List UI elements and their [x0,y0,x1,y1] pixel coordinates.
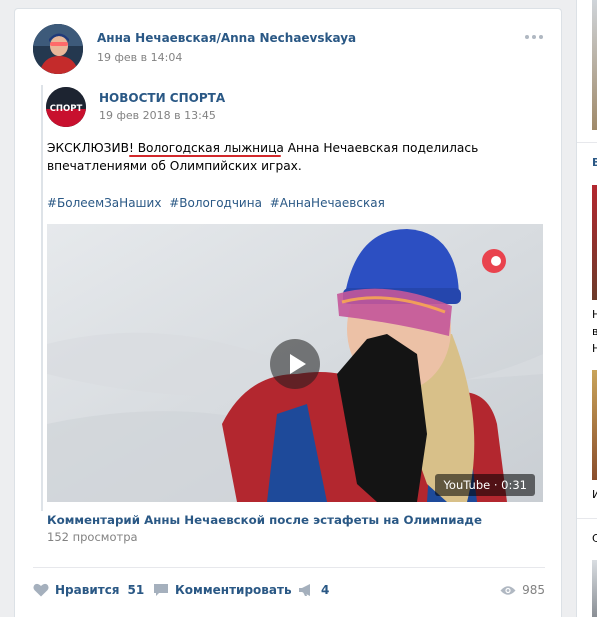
eye-icon [500,585,516,595]
sidebar-thumbnail[interactable] [592,185,597,300]
source-name-link[interactable]: НОВОСТИ СПОРТА [99,91,225,105]
megaphone-icon [299,584,310,596]
author-avatar[interactable] [33,24,83,74]
right-sidebar: В Н в Н И С [576,0,597,617]
sidebar-divider [577,518,597,519]
hashtags: #БолеемЗаНаших #Вологодчина #АннаНечаевс… [47,196,389,210]
post-date[interactable]: 19 фев в 14:04 [97,51,182,64]
source-avatar[interactable]: СПОРТ [46,87,86,127]
sidebar-thumbnail[interactable] [592,0,597,130]
like-count: 51 [127,583,145,597]
post-card: Анна Нечаевская/Anna Nechaevskaya 19 фев… [14,8,562,617]
highlight-underline [129,155,281,157]
sidebar-divider [577,142,597,143]
comment-label: Комментировать [175,583,292,597]
like-button[interactable]: Нравится 51 [33,583,144,597]
play-icon[interactable] [270,339,320,389]
sidebar-thumbnail[interactable] [592,370,597,480]
comment-icon [154,584,168,596]
source-logo: СПОРТ [46,87,86,127]
video-title-link[interactable]: Комментарий Анны Нечаевской после эстафе… [47,513,482,527]
more-icon[interactable] [525,35,543,39]
sidebar-thumbnail[interactable] [592,560,597,617]
author-photo [33,24,83,74]
hashtag-link[interactable]: #БолеемЗаНаших [47,196,161,210]
sidebar-item-label[interactable]: в [592,325,597,338]
views-count: 985 [522,583,545,597]
sidebar-item-label[interactable]: И [592,488,597,501]
actions-divider [33,567,545,568]
sidebar-item-label[interactable]: Н [592,342,597,355]
source-logo-text: СПОРТ [50,104,83,114]
comment-button[interactable]: Комментировать [153,583,292,597]
source-date[interactable]: 19 фев 2018 в 13:45 [99,109,216,122]
video-player[interactable]: YouTube · 0:31 [47,224,543,502]
like-label: Нравится [55,583,120,597]
share-count: 4 [321,583,330,597]
sidebar-item-label[interactable]: Н [592,308,597,321]
post-actions: Нравится 51 Комментировать 4 985 [33,583,545,603]
youtube-badge: YouTube · 0:31 [435,474,535,496]
heart-icon [33,583,49,597]
video-views: 152 просмотра [47,530,138,544]
sidebar-item-label[interactable]: С [592,532,597,545]
hashtag-link[interactable]: #Вологодчина [169,196,262,210]
views-counter: 985 [500,583,545,597]
share-button[interactable]: 4 [298,583,329,597]
repost-line [41,85,43,511]
sidebar-item-label[interactable]: В [592,156,597,169]
author-name-link[interactable]: Анна Нечаевская/Anna Nechaevskaya [97,31,356,45]
post-text: ЭКСКЛЮЗИВ! Вологодская лыжница Анна Неча… [47,141,479,173]
hashtag-link[interactable]: #АннаНечаевская [270,196,385,210]
